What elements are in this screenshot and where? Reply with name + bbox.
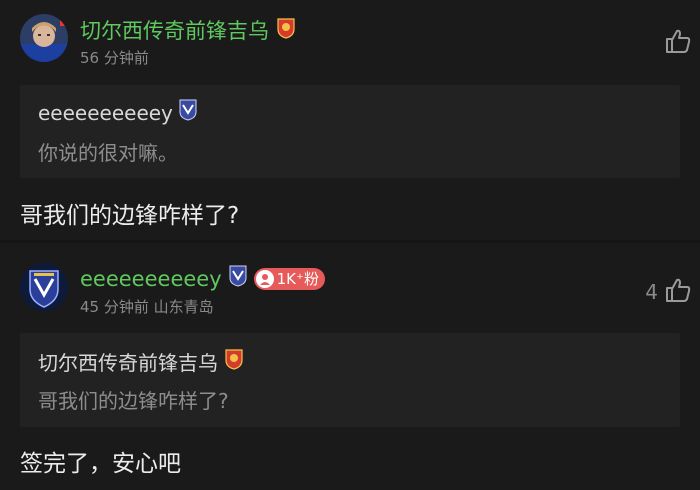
comment-meta: 45 分钟前 山东青岛 [80,296,214,317]
comment-text: 签完了，安心吧 [20,451,181,477]
comment-location: 山东青岛 [153,298,214,316]
like-button[interactable]: 4 [645,276,692,308]
quoted-comment[interactable]: 切尔西传奇前锋吉乌 哥我们的边锋咋样了? [20,333,680,427]
avatar[interactable] [20,263,68,311]
comment-text: 哥我们的边锋咋样了? [20,203,240,229]
fan-badge-label: 1K⁺粉 [276,270,319,288]
quoted-username: 切尔西传奇前锋吉乌 [38,351,218,375]
quoted-comment[interactable]: eeeeeeeeeey 你说的很对嘛。 [20,85,680,178]
like-button[interactable] [658,27,692,59]
shanghai-port-badge-icon [276,17,296,44]
shandong-taishan-badge-icon [229,265,247,292]
quoted-user-row: eeeeeeeeeey [38,99,197,126]
username-row: 切尔西传奇前锋吉乌 [80,15,296,45]
username[interactable]: 切尔西传奇前锋吉乌 [80,15,269,45]
comment-2: eeeeeeeeeey 1K⁺粉 45 分钟前 山东青岛 4 切尔西传奇前锋吉乌… [0,243,700,490]
comment-time: 45 分钟前 [80,298,149,316]
quoted-user-row: 切尔西传奇前锋吉乌 [38,347,244,376]
quoted-text: 你说的很对嘛。 [38,141,178,165]
thumb-up-icon [664,276,692,308]
shanghai-port-badge-icon [224,348,244,375]
comment-1: 切尔西传奇前锋吉乌 56 分钟前 eeeeeeeeeey 你说的很对嘛。 哥我们… [0,0,700,240]
username-row: eeeeeeeeeey 1K⁺粉 [80,265,325,292]
fan-person-icon [255,269,274,288]
quoted-username: eeeeeeeeeey [38,100,173,125]
quoted-text: 哥我们的边锋咋样了? [38,389,229,413]
thumb-up-icon [664,27,692,59]
username[interactable]: eeeeeeeeeey [80,267,222,291]
comment-time: 56 分钟前 [80,49,149,67]
avatar[interactable] [20,14,68,62]
shandong-taishan-badge-icon [179,99,197,126]
like-count: 4 [645,280,658,304]
fan-badge: 1K⁺粉 [253,267,325,290]
